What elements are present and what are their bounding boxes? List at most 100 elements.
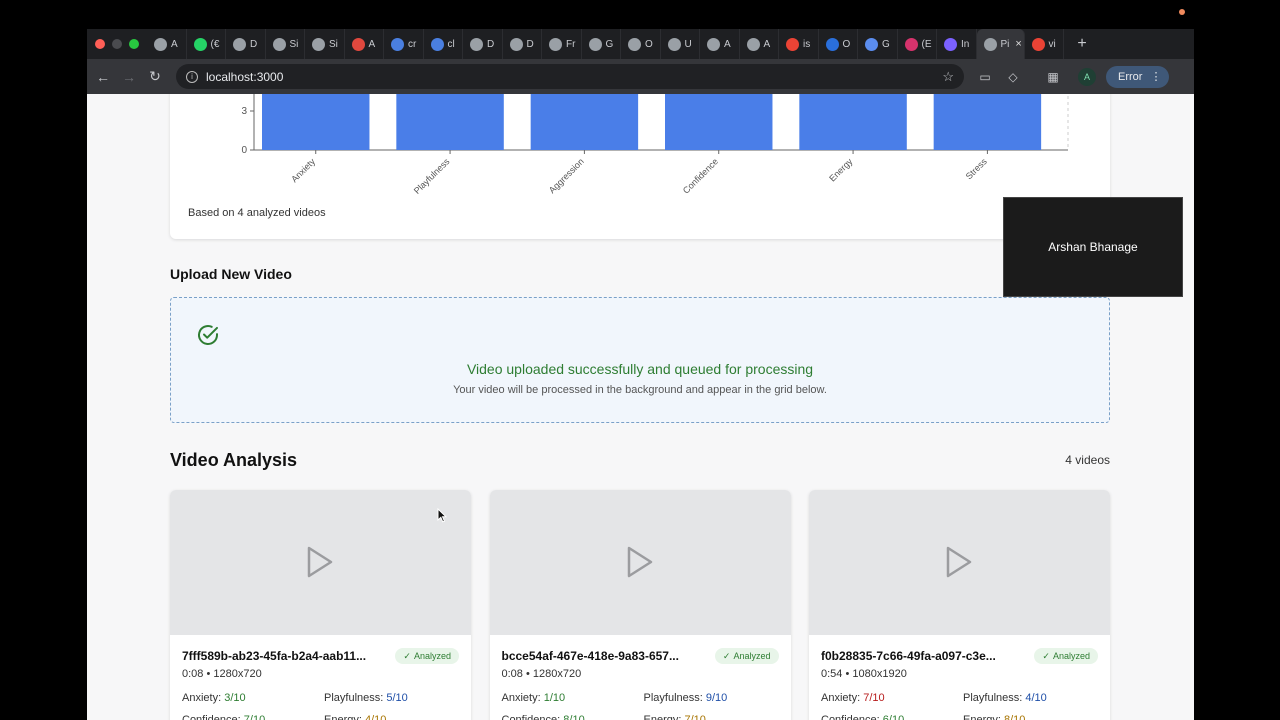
error-status-button[interactable]: Error ⋮ (1106, 65, 1170, 88)
browser-tab[interactable]: cl (424, 29, 463, 59)
page-icon (983, 37, 997, 51)
video-card[interactable]: f0b28835-7c66-49fa-a097-c3e... ✓ Analyzed 0… (809, 490, 1110, 720)
upload-dropzone[interactable]: Video uploaded successfully and queued f… (170, 297, 1110, 423)
browser-tab[interactable]: (E (898, 29, 937, 59)
video-title-row: 7fff589b-ab23-45fa-b2a4-aab11... ✓ Analyze… (182, 648, 459, 664)
bar[interactable] (262, 94, 370, 150)
browser-tab[interactable]: Pi × (976, 29, 1025, 59)
browser-tab[interactable]: A (345, 29, 384, 59)
browser-tab[interactable]: Si (266, 29, 305, 59)
video-card[interactable]: bcce54af-467e-418e-9a83-657... ✓ Analyzed 0… (489, 490, 791, 720)
video-card-body: f0b28835-7c66-49fa-a097-c3e... ✓ Analyzed 0… (809, 635, 1110, 720)
tab-label: U (684, 38, 692, 50)
reload-button[interactable]: ↻ (142, 68, 168, 85)
browser-tab[interactable]: D (503, 29, 542, 59)
browser-tab[interactable]: D (226, 29, 266, 59)
status-badge: ✓ Analyzed (395, 648, 459, 664)
bar[interactable] (799, 94, 907, 150)
address-bar[interactable]: i localhost:3000 ☆ (176, 64, 964, 89)
more-menu-icon[interactable]: ⋮ (1150, 70, 1161, 83)
recording-indicator (1179, 9, 1185, 15)
browser-tab[interactable]: O (621, 29, 661, 59)
browser-tab[interactable]: A (147, 29, 187, 59)
upload-heading: Upload New Video (170, 266, 292, 282)
metric-label: Playfulness: (963, 692, 1023, 704)
profile-avatar[interactable]: A (1078, 67, 1096, 86)
browser-tab[interactable]: G (858, 29, 898, 59)
tab-label: A (763, 38, 771, 50)
tab-label: D (526, 38, 534, 50)
browser-tab[interactable]: Si (305, 29, 345, 59)
bar[interactable] (933, 94, 1042, 150)
x-tick-label: Energy (827, 156, 855, 184)
bar[interactable] (530, 94, 639, 150)
gemini-icon (865, 37, 878, 51)
x-tick-label: Aggression (547, 156, 586, 195)
metric: Anxiety: 7/10 (821, 692, 963, 704)
browser-tab[interactable]: G (582, 29, 621, 59)
bar[interactable] (665, 94, 773, 150)
minimize-window-button[interactable] (112, 39, 122, 49)
extension-icon[interactable]: ▭ (978, 70, 992, 84)
tab-label: In (961, 38, 970, 50)
bookmark-star-icon[interactable]: ☆ (942, 69, 954, 85)
cast-icon[interactable]: ▦ (1046, 70, 1060, 84)
metric-label: Confidence: (501, 714, 561, 720)
puzzle-extensions-icon[interactable]: ◇ (1006, 70, 1020, 84)
tab-label: D (250, 38, 258, 50)
browser-tab[interactable]: A (740, 29, 779, 59)
browser-tab[interactable]: In (937, 29, 977, 59)
browser-tab[interactable]: A (700, 29, 740, 59)
metric-label: Energy: (324, 714, 362, 720)
video-thumbnail[interactable] (809, 490, 1110, 635)
metric: Playfulness: 4/10 (963, 692, 1103, 704)
github-icon (667, 37, 681, 51)
tab-strip: A (€ D Si Si Acr cl D D Fr G O U A Ais O G (E In Pi × vi + (87, 29, 1194, 59)
metric-label: Energy: (643, 714, 682, 720)
bar[interactable] (396, 94, 504, 150)
metric: Energy: 8/10 (963, 714, 1103, 720)
browser-tab[interactable]: O (819, 29, 858, 59)
docs-icon (391, 37, 404, 51)
metric-value: 8/10 (563, 714, 585, 720)
metric-label: Playfulness: (324, 692, 384, 704)
back-button[interactable]: ← (90, 69, 116, 85)
metric: Confidence: 8/10 (502, 714, 644, 720)
browser-tab[interactable]: cr (384, 29, 424, 59)
play-icon[interactable] (306, 546, 334, 578)
new-tab-button[interactable]: + (1072, 35, 1092, 53)
video-meta: 0:54 • 1080x1920 (821, 668, 907, 680)
metric-value: 7/10 (243, 714, 266, 720)
tab-label: cr (408, 38, 417, 50)
url-text: localhost:3000 (206, 69, 284, 84)
tab-label: is (803, 38, 811, 50)
browser-tab[interactable]: vi (1025, 29, 1064, 59)
browser-tab[interactable]: D (463, 29, 503, 59)
status-badge-label: Analyzed (413, 651, 451, 661)
close-window-button[interactable] (95, 39, 105, 49)
play-icon[interactable] (945, 546, 973, 578)
video-card[interactable]: 7fff589b-ab23-45fa-b2a4-aab11... ✓ Analyze… (170, 490, 471, 720)
tab-label: A (368, 38, 376, 50)
window-controls (95, 39, 139, 49)
video-meta: 0:08 • 1280x720 (182, 668, 262, 680)
openai-icon (154, 37, 167, 51)
browser-window: A (€ D Si Si Acr cl D D Fr G O U A Ais O G (E In Pi × vi + ← … (87, 29, 1194, 720)
browser-tab[interactable]: U (661, 29, 700, 59)
zoom-window-button[interactable] (129, 39, 139, 49)
instagram-icon (904, 37, 918, 51)
video-thumbnail[interactable] (489, 490, 791, 635)
status-badge-label: Analyzed (733, 651, 771, 661)
target-icon (351, 37, 365, 51)
browser-tab[interactable]: is (779, 29, 819, 59)
close-tab-icon[interactable]: × (1015, 38, 1021, 50)
tab-label: G (882, 38, 890, 50)
play-icon[interactable] (626, 546, 654, 578)
participant-video-overlay[interactable]: Arshan Bhanage (1003, 197, 1183, 297)
site-info-icon[interactable]: i (186, 70, 198, 83)
forward-button[interactable]: → (116, 69, 142, 85)
browser-tab[interactable]: (€ (187, 29, 226, 59)
browser-tab[interactable]: Fr (542, 29, 582, 59)
vercel-icon (272, 37, 286, 51)
video-thumbnail[interactable] (170, 490, 471, 635)
